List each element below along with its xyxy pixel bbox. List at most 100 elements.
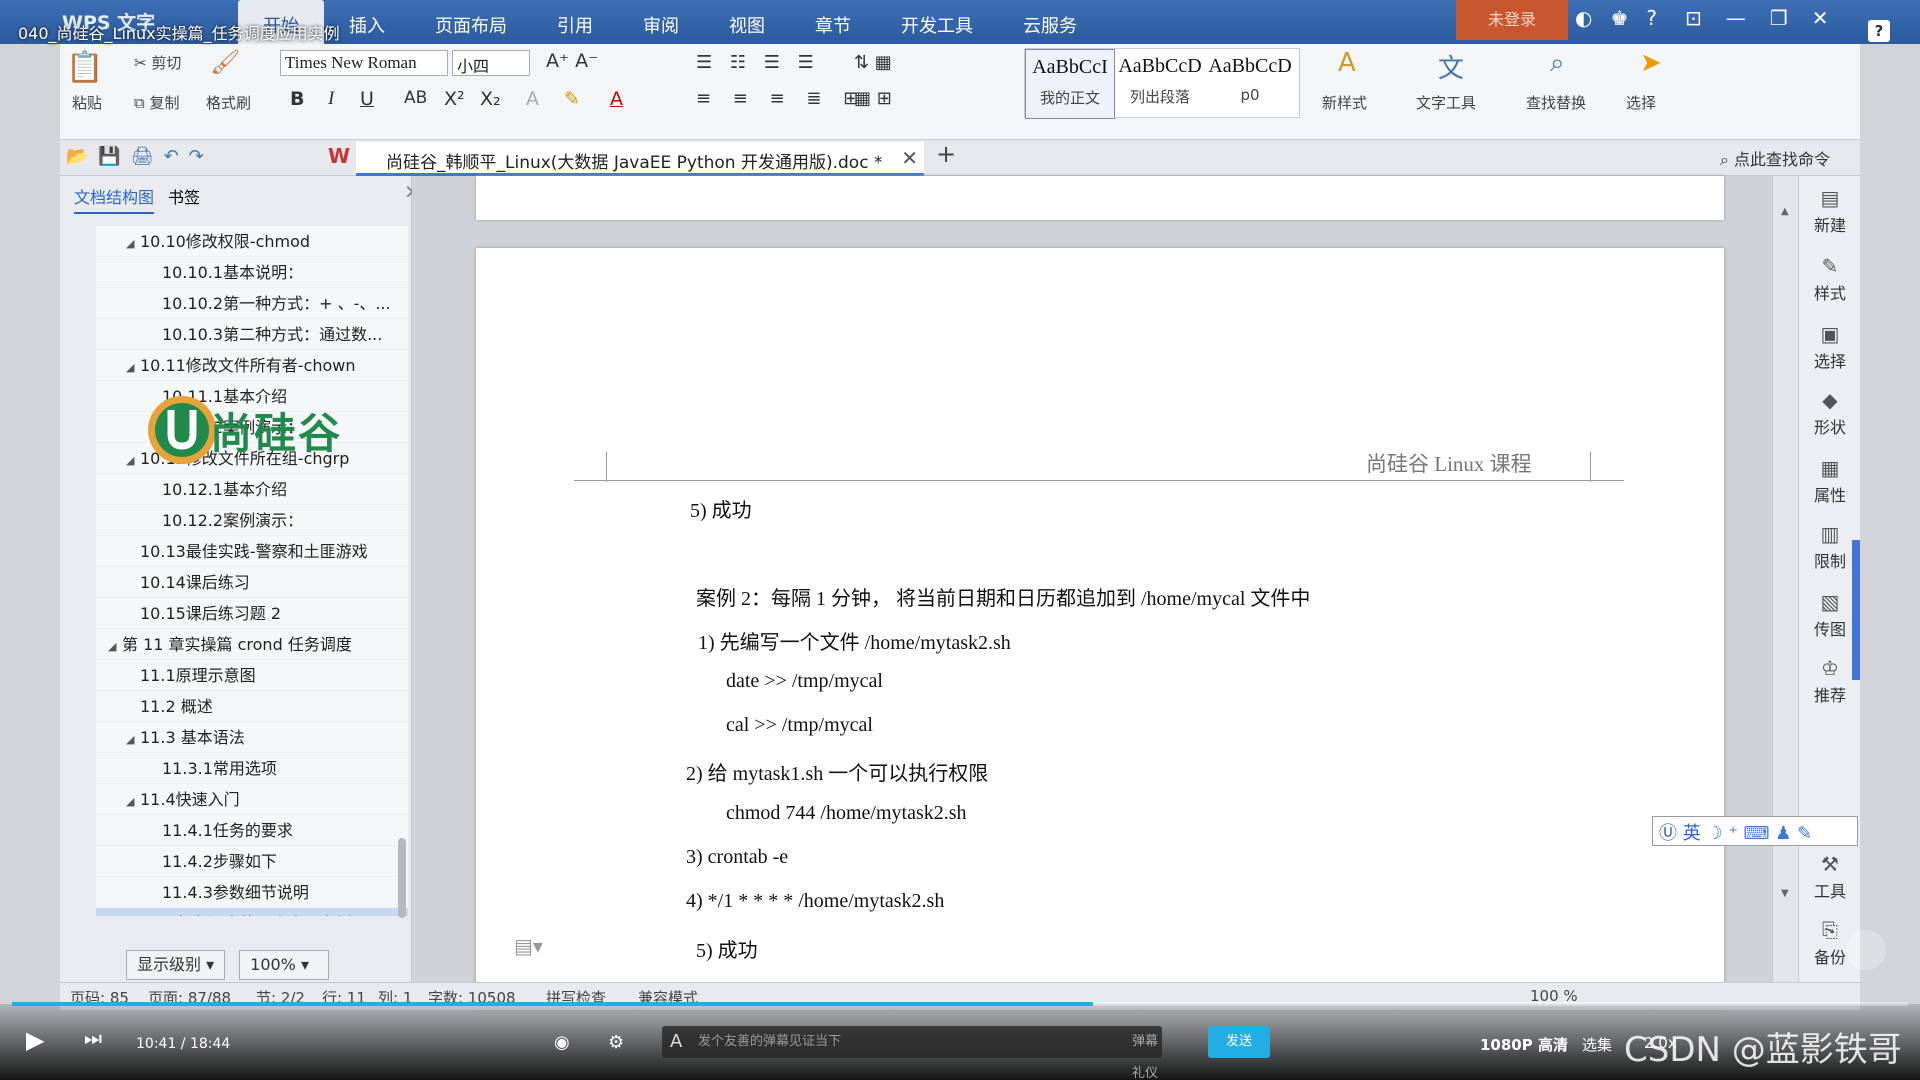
find-replace-icon[interactable]: ⌕ [1550,48,1565,79]
superscript-icon[interactable]: X² [444,88,465,110]
clear-format-icon[interactable]: A [526,88,539,110]
quick-access-icons[interactable]: 📂💾🖨↶↷ [66,146,214,167]
list-icons[interactable]: ☰ ☷ ☰ ☰ [696,52,820,73]
skin-icon[interactable]: ◐ [1575,6,1592,30]
collapse-triangle-icon[interactable]: ◢ [126,352,140,380]
font-name-select[interactable]: Times New Roman [280,50,448,76]
cut-button[interactable]: ✂ 剪切 [134,52,181,73]
menu-view[interactable]: 视图 [704,0,790,44]
style-list-paragraph[interactable]: AaBbCcD 列出段落 [1115,49,1205,119]
side-item-8[interactable]: ⚒ 工具 [1799,852,1861,902]
danmu-etiquette-link[interactable]: 弹幕礼仪 > [1132,1026,1162,1080]
collapse-triangle-icon[interactable]: ◢ [108,631,122,659]
paragraph-options-icon[interactable]: ▤▾ [514,934,543,958]
video-progress-bar[interactable] [12,1002,1908,1006]
bold-icon[interactable]: B [290,88,304,110]
danmu-toggle-icon[interactable]: ◉ [554,1032,570,1053]
outline-item[interactable]: 11.2 概述 [96,691,408,722]
side-item-3[interactable]: ◆ 形状 [1799,388,1861,438]
nav-scrollbar[interactable] [398,838,406,918]
text-tools-icon[interactable]: 文 [1438,48,1464,85]
new-tab-icon[interactable]: + [936,140,956,168]
restore-icon[interactable]: ❐ [1770,6,1788,30]
italic-icon[interactable]: I [328,88,334,110]
side-item-4[interactable]: ▦ 属性 [1799,456,1861,506]
nav-zoom-select[interactable]: 100% ▾ [239,950,330,980]
format-painter-button[interactable]: 格式刷 [206,92,251,113]
help-badge-icon[interactable]: ? [1868,20,1890,42]
paste-button[interactable]: 粘贴 [72,92,102,113]
collapse-triangle-icon[interactable]: ◢ [126,786,140,814]
document-tab[interactable]: 尚硅谷_韩顺平_Linux(大数据 JavaEE Python 开发通用版).d… [356,142,924,176]
outline-item[interactable]: 10.10.3第二种方式：通过数... [96,319,408,350]
danmu-input[interactable]: A 发个友善的弹幕见证当下 弹幕礼仪 > [662,1026,1162,1080]
danmu-send-button[interactable]: 发送 [1208,1026,1270,1058]
quality-button[interactable]: 1080P 高清 [1480,1034,1568,1055]
shading-icon[interactable]: ▦ ⊞ [854,88,892,109]
menu-developer[interactable]: 开发工具 [876,0,998,44]
outline-item[interactable]: 11.4.2步骤如下 [96,846,408,877]
font-color-icon[interactable]: A [610,88,623,110]
document-scrollbar[interactable]: ▲ ▼ [1772,176,1798,982]
scroll-up-icon[interactable]: ▲ [1781,206,1789,217]
outline-item[interactable]: ◢ 10.10修改权限-chmod [96,226,408,257]
menu-layout[interactable]: 页面布局 [410,0,532,44]
outline-item[interactable]: 11.3.1常用选项 [96,753,408,784]
tv-icon[interactable] [1846,930,1886,970]
scroll-down-icon[interactable]: ▼ [1781,888,1789,899]
show-level-select[interactable]: 显示级别 ▾ [126,950,226,980]
find-replace-button[interactable]: 查找替换 [1526,92,1586,113]
side-item-1[interactable]: ✎ 样式 [1799,254,1861,304]
outline-item[interactable]: 10.10.2第一种方式：+ 、-、... [96,288,408,319]
next-icon[interactable]: ⏭ [84,1026,102,1050]
copy-button[interactable]: ⧉ 复制 [134,92,180,113]
outline-item[interactable]: 11.4.3参数细节说明 [96,877,408,908]
paste-icon[interactable]: 📋 [66,50,103,85]
select-cursor-icon[interactable]: ➤ [1640,48,1662,78]
side-item-0[interactable]: ▤ 新建 [1799,186,1861,236]
outline-item[interactable]: 10.10.1基本说明： [96,257,408,288]
text-tools-button[interactable]: 文字工具 [1416,92,1476,113]
menu-cloud[interactable]: 云服务 [998,0,1102,44]
collapse-triangle-icon[interactable]: ◢ [126,228,140,256]
outline-item[interactable]: 10.12.2案例演示： [96,505,408,536]
tab-close-icon[interactable]: ✕ [901,146,918,170]
menu-review[interactable]: 审阅 [618,0,704,44]
minimize-icon[interactable]: — [1726,6,1746,30]
outline-item[interactable]: 11.4.1任务的要求 [96,815,408,846]
tab-bookmarks[interactable]: 书签 [168,184,200,214]
select-button[interactable]: 选择 [1626,92,1656,113]
outline-item[interactable]: ◢ 10.11修改文件所有者-chown [96,350,408,381]
menu-chapter[interactable]: 章节 [790,0,876,44]
login-button[interactable]: 未登录 [1456,0,1568,40]
outline-item[interactable]: 11.5任务调度的几个应用实例 [96,908,408,916]
danmu-settings-icon[interactable]: ⚙ [608,1032,624,1053]
ime-toolbar[interactable]: Ⓤ 英 ☽ ⁺ ⌨ ♟ ✎ [1652,816,1858,846]
font-size-select[interactable]: 小四 [452,50,530,76]
outline-item[interactable]: 10.14课后练习 [96,567,408,598]
style-p0[interactable]: AaBbCcD p0 [1205,49,1295,119]
outline-item[interactable]: ◢ 第 11 章实操篇 crond 任务调度 [96,629,408,660]
document-page[interactable] [476,248,1724,1008]
outline-item[interactable]: ◢ 11.3 基本语法 [96,722,408,753]
grow-font-icon[interactable]: A⁺ A⁻ [546,50,598,72]
outline-item[interactable]: ◢ 11.4快速入门 [96,784,408,815]
new-style-button[interactable]: 新样式 [1322,92,1367,113]
highlight-icon[interactable]: ✎ [564,88,580,110]
close-icon[interactable]: ✕ [1812,6,1829,30]
side-panel-handle[interactable] [1852,540,1860,680]
brush-icon[interactable]: 🖌 [210,48,240,76]
danmu-style-icon[interactable]: A [670,1026,682,1058]
sort-icon[interactable]: ⇅ ▦ [854,52,892,73]
play-icon[interactable]: ▶ [26,1026,44,1054]
outline-item[interactable]: 11.1原理示意图 [96,660,408,691]
tab-document-map[interactable]: 文档结构图 [74,184,155,214]
menu-references[interactable]: 引用 [532,0,618,44]
style-normal[interactable]: AaBbCcI 我的正文 [1025,49,1115,119]
side-item-2[interactable]: ▣ 选择 [1799,322,1861,372]
command-search[interactable]: ⌕ 点此查找命令 [1720,146,1830,170]
outline-item[interactable]: 10.13最佳实践-警察和土匪游戏 [96,536,408,567]
new-style-icon[interactable]: A [1338,48,1356,78]
help-icon[interactable]: ? [1646,6,1657,30]
outline-item[interactable]: 10.15课后练习题 2 [96,598,408,629]
